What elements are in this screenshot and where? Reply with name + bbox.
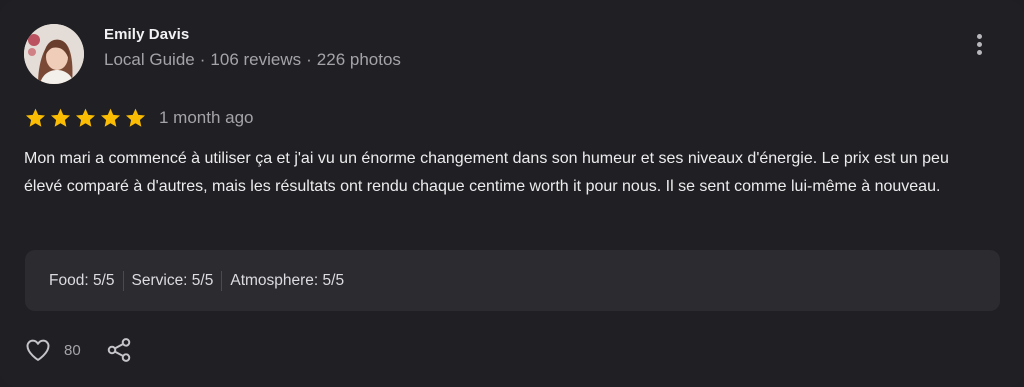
review-time: 1 month ago [159,108,254,127]
rating-details: Food: 5/5 Service: 5/5 Atmosphere: 5/5 [25,250,1000,311]
star-icon [100,108,121,127]
atmosphere-rating: Atmosphere: 5/5 [230,271,345,289]
photo-count: 226 photos [316,50,401,69]
star-icon [125,108,146,127]
review-actions: 80 [24,335,133,365]
star-icon [75,108,96,127]
review-text: Mon mari a commencé à utiliser ça et j'a… [24,150,949,195]
star-icon [25,108,46,127]
avatar[interactable] [24,24,84,84]
review-card: Emily Davis Local Guide · 106 reviews · 226 … [0,0,1024,387]
local-guide-badge: Local Guide [104,50,195,69]
rating-row: 1 month ago [24,106,254,130]
more-vert-icon[interactable] [968,30,992,58]
divider [122,270,124,291]
author-meta: Local Guide · 106 reviews · 226 photos [104,50,401,70]
food-rating: Food: 5/5 [49,271,115,289]
star-rating [24,107,147,129]
service-rating: Service: 5/5 [131,271,214,289]
like-count: 80 [64,341,81,359]
share-icon[interactable] [105,336,133,364]
avatar-image [24,24,84,84]
divider [221,270,223,291]
heart-icon[interactable] [24,336,52,364]
meta-separator: · [306,50,312,69]
review-count: 106 reviews [210,50,302,69]
author-name[interactable]: Emily Davis [104,26,189,43]
meta-separator: · [199,50,206,69]
star-icon [50,108,71,127]
